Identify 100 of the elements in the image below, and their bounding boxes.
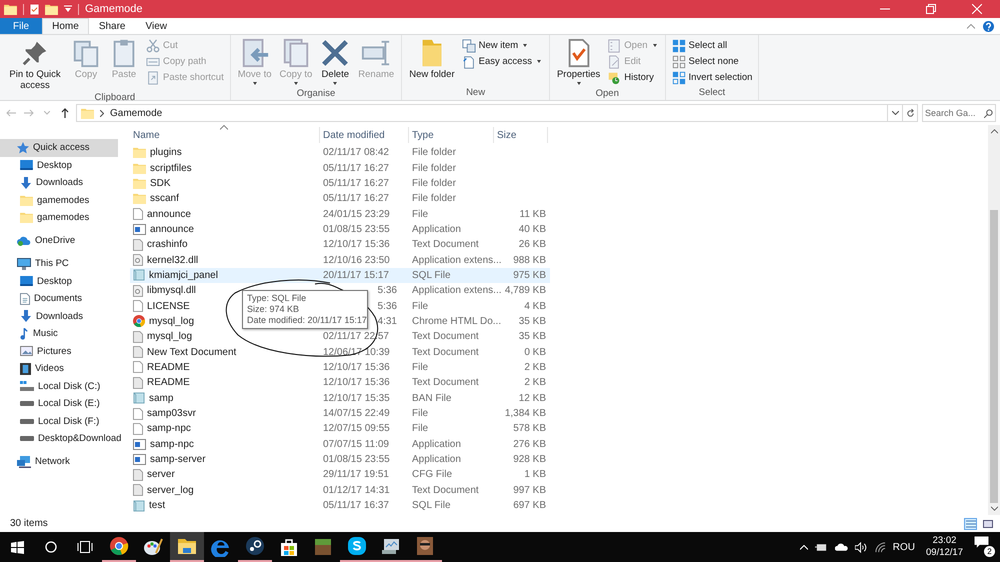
ribbon-button[interactable]: History: [605, 70, 661, 85]
file-name: test: [149, 500, 166, 512]
ribbon-button[interactable]: Pin to Quick access: [4, 37, 66, 92]
text-file-icon: [133, 376, 143, 389]
file-type: Application: [412, 224, 461, 235]
input-language[interactable]: ROU: [892, 542, 916, 552]
nav-item[interactable]: gamemodes: [0, 209, 120, 226]
edit-icon: [607, 54, 622, 68]
taskbar-app[interactable]: [170, 532, 204, 562]
nav-item[interactable]: Music: [0, 325, 120, 342]
nav-item[interactable]: Desktop&Download: [0, 430, 120, 448]
file-type: File: [412, 362, 428, 373]
nav-item[interactable]: gamemodes: [0, 192, 120, 209]
file-type: Application: [412, 454, 461, 466]
details-list-icon: [966, 520, 976, 528]
close-icon: [972, 4, 982, 14]
ribbon-button[interactable]: Delete: [317, 37, 354, 88]
nav-item[interactable]: Downloads: [0, 308, 120, 325]
hovered-row[interactable]: kmiamjci_panel 20/11/17 15:17 SQL File 975 KB: [130, 268, 550, 284]
file-type: SQL File: [412, 500, 451, 512]
file-icon: [133, 208, 143, 220]
ribbon-button[interactable]: Easy access: [460, 54, 545, 69]
nav-item[interactable]: Local Disk (F:): [0, 412, 120, 430]
help-icon[interactable]: [983, 20, 994, 32]
nav-item[interactable]: Desktop: [0, 272, 120, 290]
date-modified: 12/10/16 23:50: [323, 254, 391, 266]
breadcrumb[interactable]: Gamemode: [110, 108, 162, 118]
file-size: 11 KB: [520, 208, 546, 220]
action-center-button[interactable]: 2: [974, 536, 996, 558]
ribbon-button[interactable]: Invert selection: [670, 70, 754, 85]
scroll-down-icon[interactable]: [990, 506, 998, 511]
file-size: 12 KB: [518, 392, 546, 404]
file-name: samp-npc: [150, 438, 194, 450]
nav-item[interactable]: Documents: [0, 290, 120, 308]
date-modified: 12/10/17 15:36: [323, 362, 391, 373]
nav-item[interactable]: Local Disk (E:): [0, 395, 120, 412]
address-dropdown-icon[interactable]: [892, 111, 898, 115]
clock[interactable]: 23:02 09/12/17: [922, 535, 967, 559]
nav-item[interactable]: Downloads: [0, 174, 120, 192]
column-header[interactable]: Name: [130, 127, 320, 143]
nav-item[interactable]: Videos: [0, 360, 120, 378]
nav-item[interactable]: Quick access: [0, 139, 118, 156]
ribbon-tab[interactable]: File: [0, 18, 42, 34]
address-bar[interactable]: Gamemode: [76, 104, 918, 122]
details-view-button[interactable]: [964, 518, 977, 530]
easy-access-icon: [462, 54, 476, 68]
column-header[interactable]: Date modified: [320, 127, 409, 143]
download-icon: [20, 310, 32, 322]
search-field[interactable]: Search Ga...: [922, 104, 996, 122]
nav-item[interactable]: Desktop: [0, 156, 120, 174]
ribbon-tab[interactable]: View: [136, 18, 177, 34]
file-size: 276 KB: [513, 438, 546, 450]
file-type: Text Document: [412, 484, 479, 496]
column-header[interactable]: Type: [409, 127, 494, 143]
date-modified: 12/10/17 15:35: [323, 392, 391, 404]
file-type: File: [412, 208, 428, 220]
ribbon-button[interactable]: New folder: [406, 37, 458, 87]
wifi-icon[interactable]: [874, 542, 886, 552]
scrollbar[interactable]: [988, 125, 1000, 515]
new-item-icon: [462, 38, 476, 52]
scroll-up-icon[interactable]: [990, 129, 998, 134]
ribbon-button[interactable]: New item: [460, 38, 545, 53]
rename-icon: [361, 38, 392, 68]
volume-icon[interactable]: [854, 542, 868, 552]
group-label: Clipboard: [94, 92, 136, 105]
file-type: File: [412, 300, 428, 312]
ribbon-button[interactable]: Select all: [670, 38, 754, 53]
ribbon-tab[interactable]: Share: [88, 18, 136, 34]
cloud-icon: [17, 236, 31, 246]
windows-logo-icon: [10, 540, 24, 554]
customize-caret-icon[interactable]: [64, 5, 72, 13]
nav-item[interactable]: Network: [0, 453, 120, 470]
column-header[interactable]: Size: [494, 127, 548, 143]
drive-icon: [20, 436, 34, 442]
store-bag-icon: [279, 537, 299, 557]
file-name: libmysql.dll: [147, 285, 196, 296]
date-modified: 01/08/15 23:55: [323, 224, 391, 235]
large-icons-view-button[interactable]: [981, 518, 994, 530]
chrome-icon: [133, 315, 145, 328]
properties-icon[interactable]: [30, 4, 39, 14]
power-plug-icon[interactable]: [814, 542, 828, 552]
text-file-icon: [133, 484, 143, 496]
cloud-icon[interactable]: [834, 543, 848, 551]
file-name: announce: [150, 224, 194, 235]
nav-item[interactable]: This PC: [0, 255, 120, 272]
file-size: 1 KB: [524, 469, 546, 480]
file-name: server_log: [147, 484, 194, 496]
select-none-icon: [672, 54, 686, 68]
nav-item[interactable]: Local Disk (C:): [0, 378, 120, 395]
monitor-icon: [381, 536, 401, 556]
show-hidden-icons-icon[interactable]: [800, 544, 808, 550]
network-icon: [17, 456, 31, 468]
ribbon-button[interactable]: Properties: [554, 37, 604, 88]
nav-item[interactable]: OneDrive: [0, 232, 120, 250]
nav-item[interactable]: Pictures: [0, 342, 120, 360]
ribbon-button[interactable]: Select none: [670, 54, 754, 69]
collapse-ribbon-icon[interactable]: [967, 24, 975, 28]
ribbon-tab[interactable]: Home: [42, 18, 89, 34]
film-icon: [20, 362, 31, 375]
refresh-icon[interactable]: [906, 108, 914, 118]
